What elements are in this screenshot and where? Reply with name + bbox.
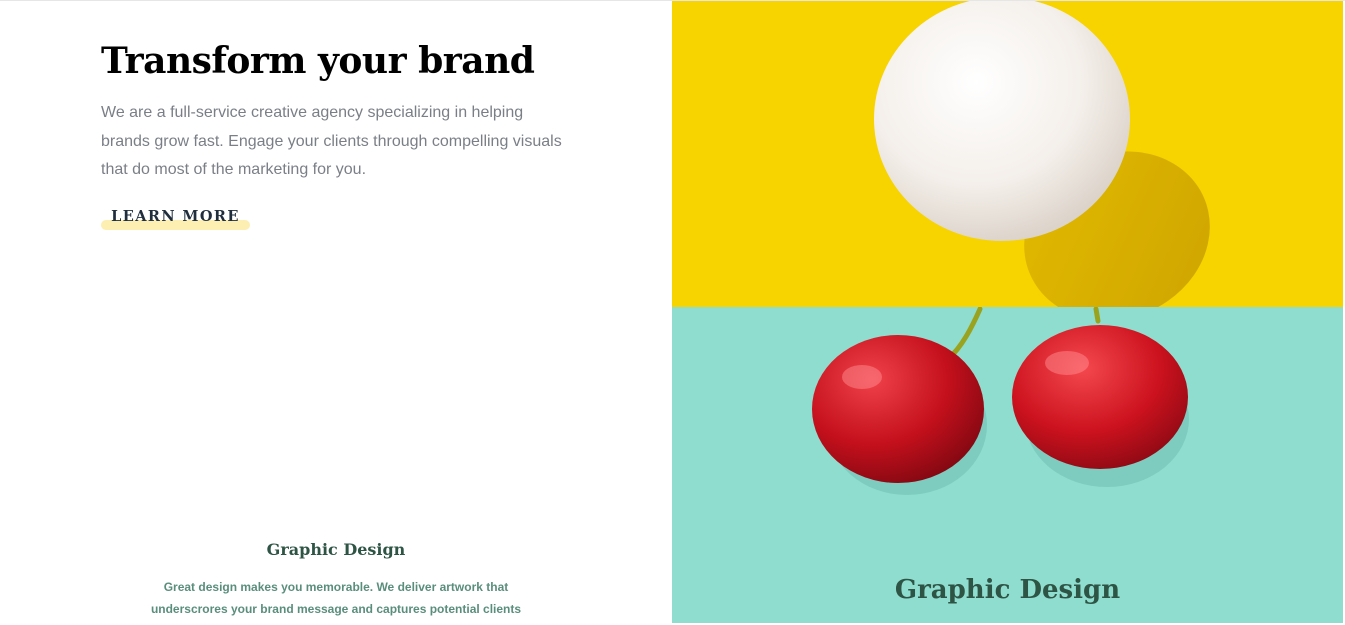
service-title: Graphic Design	[266, 540, 406, 559]
hero-section: Transform your brand We are a full-servi…	[0, 1, 672, 625]
cherry-image: Graphic Design	[672, 307, 1343, 623]
egg-image	[672, 1, 1343, 307]
page: Transform your brand We are a full-servi…	[0, 0, 1345, 625]
image-gallery: Graphic Design	[672, 1, 1343, 623]
egg-illustration	[672, 1, 1343, 307]
learn-more-button[interactable]: LEARN MORE	[101, 204, 250, 230]
cherry-caption: Graphic Design	[894, 575, 1121, 605]
learn-more-label: LEARN MORE	[111, 208, 240, 225]
hero-description: We are a full-service creative agency sp…	[101, 104, 562, 178]
service-description: Great design makes you memorable. We del…	[150, 580, 522, 616]
hero-title: Transform your brand	[101, 40, 535, 82]
